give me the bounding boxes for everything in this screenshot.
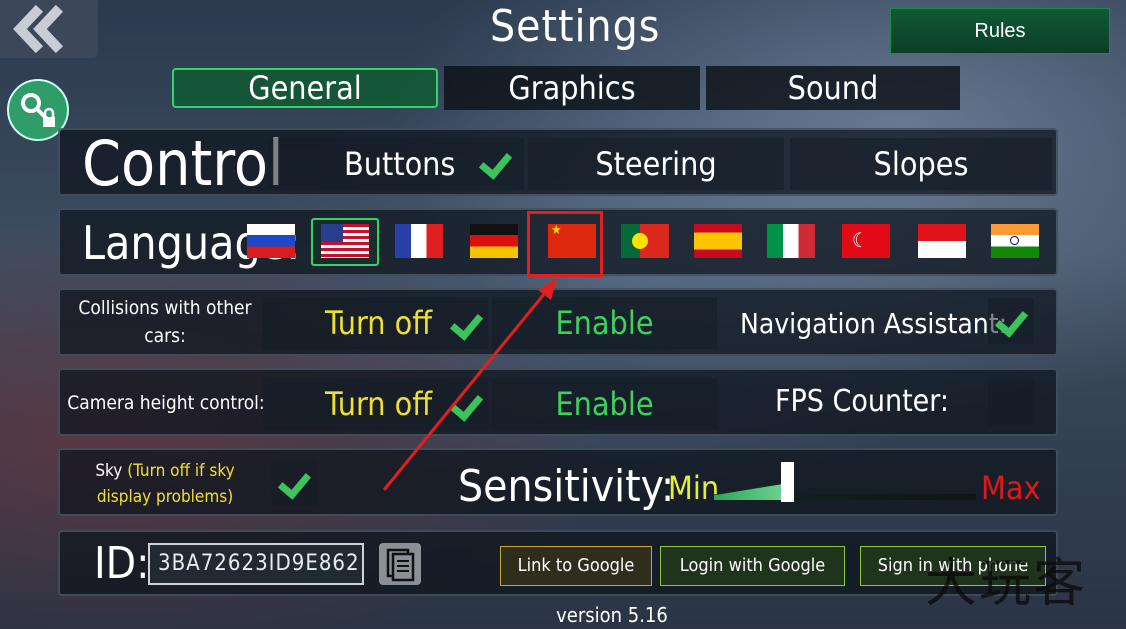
annotation-arrow-icon	[382, 278, 557, 491]
